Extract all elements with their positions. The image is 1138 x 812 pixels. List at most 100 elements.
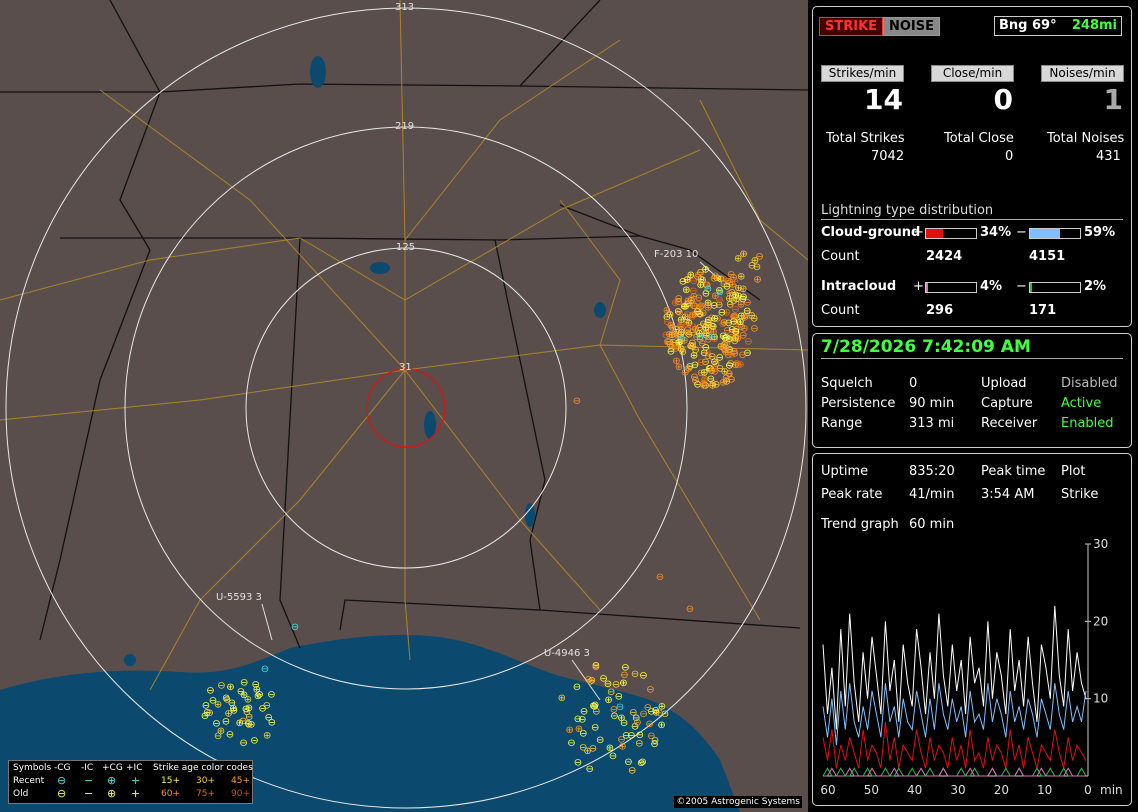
strike-marker: ⊖ bbox=[589, 743, 597, 754]
strike-marker: ⊖ bbox=[705, 319, 713, 330]
close-range-ring bbox=[366, 368, 446, 448]
strike-marker: ⊖ bbox=[620, 718, 628, 729]
strike-marker: ⊖ bbox=[250, 735, 258, 746]
x-tick-label: 40 bbox=[907, 783, 922, 797]
strike-marker: ⊖ bbox=[661, 709, 669, 720]
trend-series-line bbox=[822, 767, 1087, 777]
peak-rate-value: 41/min bbox=[909, 487, 955, 502]
lakes bbox=[124, 56, 606, 666]
strike-marker: ⊖ bbox=[708, 332, 716, 343]
squelch-label: Squelch bbox=[821, 376, 873, 391]
range-label-31: 31 bbox=[399, 362, 412, 373]
distribution-title: Lightning type distribution bbox=[821, 203, 994, 218]
strike-marker: ⊕ bbox=[736, 360, 744, 371]
capture-label: Capture bbox=[981, 396, 1033, 411]
trend-graph: 30 20 10 60 50 40 30 20 10 0 min bbox=[820, 537, 1123, 797]
strike-marker: ⊖ bbox=[729, 296, 737, 307]
legend-age-60: 60+ bbox=[161, 789, 180, 799]
noise-tab[interactable]: NOISE bbox=[883, 17, 941, 36]
strike-marker: ⊖ bbox=[573, 396, 581, 407]
peak-time-value: 3:54 AM bbox=[981, 487, 1035, 502]
close-per-min-button[interactable]: Close/min bbox=[931, 65, 1014, 82]
strike-marker: ⊕ bbox=[619, 678, 627, 689]
strike-marker: ⊖ bbox=[644, 702, 652, 713]
x-tick-label: 50 bbox=[864, 783, 879, 797]
strike-marker: ⊖ bbox=[592, 707, 600, 718]
strike-marker: ⊖ bbox=[738, 350, 746, 361]
symbol-legend: Symbols -CG -IC +CG +IC Strike age color… bbox=[8, 760, 253, 804]
strike-marker: ⊕ bbox=[751, 256, 759, 267]
strike-marker: ⊖ bbox=[580, 706, 588, 717]
noises-per-min-button[interactable]: Noises/min bbox=[1041, 65, 1124, 82]
strike-marker: ⊖ bbox=[704, 284, 712, 295]
strike-marker: ⊕ bbox=[226, 682, 234, 693]
x-tick-label: 10 bbox=[1037, 783, 1052, 797]
strike-marker: ⊕ bbox=[604, 695, 612, 706]
strike-marker: ⊖ bbox=[226, 729, 234, 740]
strike-marker: ⊖ bbox=[651, 736, 659, 747]
legend-pos-cg-recent-icon: ⊕ bbox=[107, 774, 117, 787]
strike-marker: ⊕ bbox=[719, 377, 727, 388]
strike-marker: ⊖ bbox=[693, 299, 701, 310]
strike-marker: ⊖ bbox=[666, 309, 674, 320]
strike-marker: ⊖ bbox=[209, 695, 217, 706]
strike-marker: ⊕ bbox=[606, 743, 614, 754]
legend-pos-ic-recent-icon: + bbox=[131, 774, 141, 787]
distance-value: 248mi bbox=[1071, 18, 1117, 33]
strike-marker: ⊖ bbox=[744, 336, 752, 347]
uptime-label: Uptime bbox=[821, 464, 869, 479]
legend-neg-cg-recent-icon: ⊖ bbox=[57, 774, 67, 787]
x-axis-label: min bbox=[1100, 783, 1123, 797]
strike-marker: ⊖ bbox=[239, 738, 247, 749]
persistence-value: 90 min bbox=[909, 396, 955, 411]
strike-marker: ⊕ bbox=[558, 693, 566, 704]
strike-summary-panel: STRIKE NOISE Bng 69° 248mi Strikes/min C… bbox=[812, 6, 1132, 327]
legend-old-label: Old bbox=[13, 789, 29, 799]
strike-marker: ⊕ bbox=[679, 347, 687, 358]
upload-label: Upload bbox=[981, 376, 1027, 391]
datetime-divider bbox=[821, 358, 1123, 359]
strike-marker: ⊖ bbox=[622, 731, 630, 742]
range-label: Range bbox=[821, 416, 863, 431]
strike-marker: ⊖ bbox=[588, 676, 596, 687]
receiver-value: Enabled bbox=[1061, 416, 1114, 431]
lightning-map[interactable]: ⊖ ⊕ ⊕ ⊖ ⊖ ⊕ ⊖ ⊖ ⊖ ⊕ ⊕ ⊖ ⊖ ⊖ ⊖ ⊖ ⊖ ⊖ ⊕ ⊖ ⊖ ⊕ ⊖ ⊕ ⊖ ⊖ ⊖ ⊕ ⊖ ⊖ ⊖ ⊖ ⊖ ⊖ ⊕ ⊕ ⊖ ⊖ ⊖ ⊕… bbox=[0, 0, 808, 812]
strike-marker: ⊖ bbox=[255, 690, 263, 701]
strikes-per-min-button[interactable]: Strikes/min bbox=[821, 65, 904, 82]
strike-marker: ⊖ bbox=[730, 311, 738, 322]
strike-marker: ⊖ bbox=[750, 323, 758, 334]
datetime: 7/28/2026 7:42:09 AM bbox=[821, 337, 1031, 357]
legend-pos-ic-old-icon: + bbox=[131, 787, 141, 800]
legend-age-75: 75+ bbox=[196, 789, 215, 799]
strike-marker: ⊖ bbox=[732, 326, 740, 337]
plot-value[interactable]: Strike bbox=[1061, 487, 1098, 502]
strike-marker: ⊖ bbox=[639, 670, 647, 681]
strike-marker: ⊖ bbox=[621, 663, 629, 674]
legend-symbols-label: Symbols bbox=[13, 763, 52, 773]
strike-tab[interactable]: STRIKE bbox=[819, 17, 884, 36]
total-close-label: Total Close bbox=[944, 131, 1014, 146]
strike-marker: ⊕ bbox=[263, 731, 271, 742]
x-tick-label: 30 bbox=[950, 783, 965, 797]
total-noises-value: 431 bbox=[1096, 149, 1121, 164]
ic-neg-pct: 2% bbox=[1084, 279, 1107, 294]
strike-label-u5593: U-5593 3 bbox=[216, 592, 262, 603]
peak-time-label: Peak time bbox=[981, 464, 1046, 479]
cg-neg-count: 4151 bbox=[1029, 249, 1066, 264]
cg-pos-bar bbox=[925, 228, 977, 239]
cg-plus-sign: + bbox=[913, 225, 924, 240]
strike-marker: ⊕ bbox=[741, 313, 749, 324]
strike-marker: ⊖ bbox=[664, 337, 672, 348]
ic-neg-bar bbox=[1029, 282, 1081, 293]
cg-neg-bar bbox=[1029, 228, 1081, 239]
strike-marker: ⊖ bbox=[696, 332, 704, 343]
plot-label: Plot bbox=[1061, 464, 1086, 479]
y-tick-label: 30 bbox=[1093, 537, 1108, 551]
x-tick-label: 60 bbox=[820, 783, 835, 797]
strike-marker: ⊕ bbox=[720, 318, 728, 329]
strike-marker: ⊖ bbox=[217, 680, 225, 691]
strike-marker: ⊕ bbox=[217, 726, 225, 737]
persistence-label: Persistence bbox=[821, 396, 896, 411]
receiver-label: Receiver bbox=[981, 416, 1038, 431]
ic-pos-pct: 4% bbox=[980, 279, 1003, 294]
